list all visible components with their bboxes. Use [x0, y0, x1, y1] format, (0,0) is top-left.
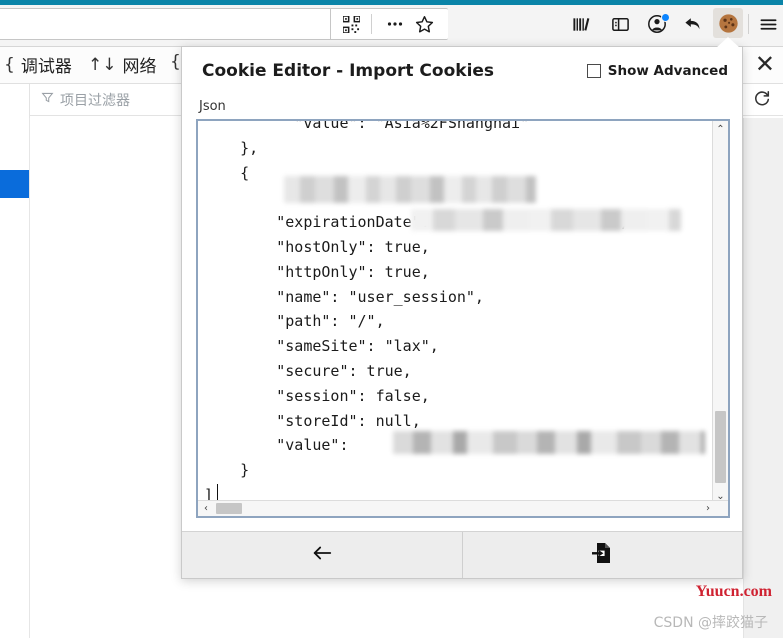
- popup-header: Cookie Editor - Import Cookies Show Adva…: [182, 47, 742, 95]
- tab-style-editor[interactable]: {: [170, 52, 181, 72]
- devtools-close-button[interactable]: ✕: [755, 51, 775, 77]
- scroll-left-arrow[interactable]: ‹: [198, 501, 214, 516]
- vertical-scroll-thumb[interactable]: [715, 411, 726, 483]
- back-button[interactable]: [182, 532, 462, 578]
- hamburger-menu-icon[interactable]: [755, 11, 781, 37]
- account-notification-badge: [661, 13, 670, 22]
- debugger-icon: {: [4, 54, 15, 75]
- popup-title: Cookie Editor - Import Cookies: [202, 61, 495, 81]
- json-horizontal-scrollbar[interactable]: ‹ ›: [198, 500, 728, 516]
- reload-button[interactable]: [749, 86, 775, 112]
- cookie-editor-popup: Cookie Editor - Import Cookies Show Adva…: [181, 46, 743, 579]
- show-advanced-toggle[interactable]: Show Advanced: [586, 63, 728, 79]
- popup-body: Json "value": "Asia%2FShanghai" }, { "ex…: [182, 95, 742, 533]
- sidebar-divider: [29, 118, 30, 638]
- tab-debugger[interactable]: { 调试器: [4, 52, 72, 78]
- sidebar-toggle-icon[interactable]: [607, 11, 633, 37]
- account-icon[interactable]: [644, 11, 670, 37]
- devtools-sidebar-gutter: [0, 84, 30, 638]
- popup-pointer: [716, 37, 740, 48]
- qr-code-icon[interactable]: [338, 11, 364, 37]
- watermark-gray: CSDN @摔跤猫子: [653, 615, 768, 631]
- sync-back-icon[interactable]: [680, 11, 706, 37]
- watermark-red: Yuucn.com: [695, 583, 772, 600]
- text-caret: [217, 484, 218, 501]
- tab-network-label: 网络: [122, 57, 157, 77]
- sidebar-selected-row[interactable]: [0, 170, 29, 198]
- json-textarea[interactable]: "value": "Asia%2FShanghai" }, { "expirat…: [196, 119, 730, 518]
- url-bar-area[interactable]: [0, 8, 332, 40]
- json-vertical-scrollbar[interactable]: ⌃ ⌄: [712, 121, 728, 504]
- redacted-block-1: [284, 176, 536, 203]
- bookmark-star-icon[interactable]: [411, 11, 437, 37]
- page-actions-icon[interactable]: [382, 11, 408, 37]
- devtools-right-strip: [743, 118, 783, 638]
- show-advanced-checkbox[interactable]: [586, 64, 601, 78]
- redacted-value: [393, 431, 705, 454]
- cookie-icon[interactable]: [713, 8, 743, 38]
- left-arrow-icon: [311, 544, 333, 567]
- scroll-right-arrow[interactable]: ›: [700, 501, 716, 516]
- browser-toolbar: [0, 0, 783, 47]
- toolbar-divider: [371, 14, 372, 34]
- tab-debugger-label: 调试器: [20, 57, 72, 77]
- library-icon[interactable]: [568, 11, 594, 37]
- toolbar-divider-right: [748, 14, 749, 34]
- scroll-up-arrow[interactable]: ⌃: [713, 121, 728, 137]
- redacted-expiration-date: [411, 209, 681, 231]
- filter-funnel-icon: [41, 91, 54, 109]
- tab-network[interactable]: ↑↓ 网络: [88, 52, 157, 78]
- horizontal-scroll-thumb[interactable]: [216, 503, 242, 514]
- import-file-icon: [592, 542, 612, 569]
- popup-footer: [182, 531, 742, 578]
- json-field-label: Json: [199, 99, 226, 114]
- show-advanced-label: Show Advanced: [607, 63, 728, 79]
- network-arrows-icon: ↑↓: [88, 54, 117, 75]
- item-filter-placeholder: 项目过滤器: [60, 93, 130, 109]
- braces-icon: {: [170, 52, 181, 72]
- import-button[interactable]: [461, 532, 743, 578]
